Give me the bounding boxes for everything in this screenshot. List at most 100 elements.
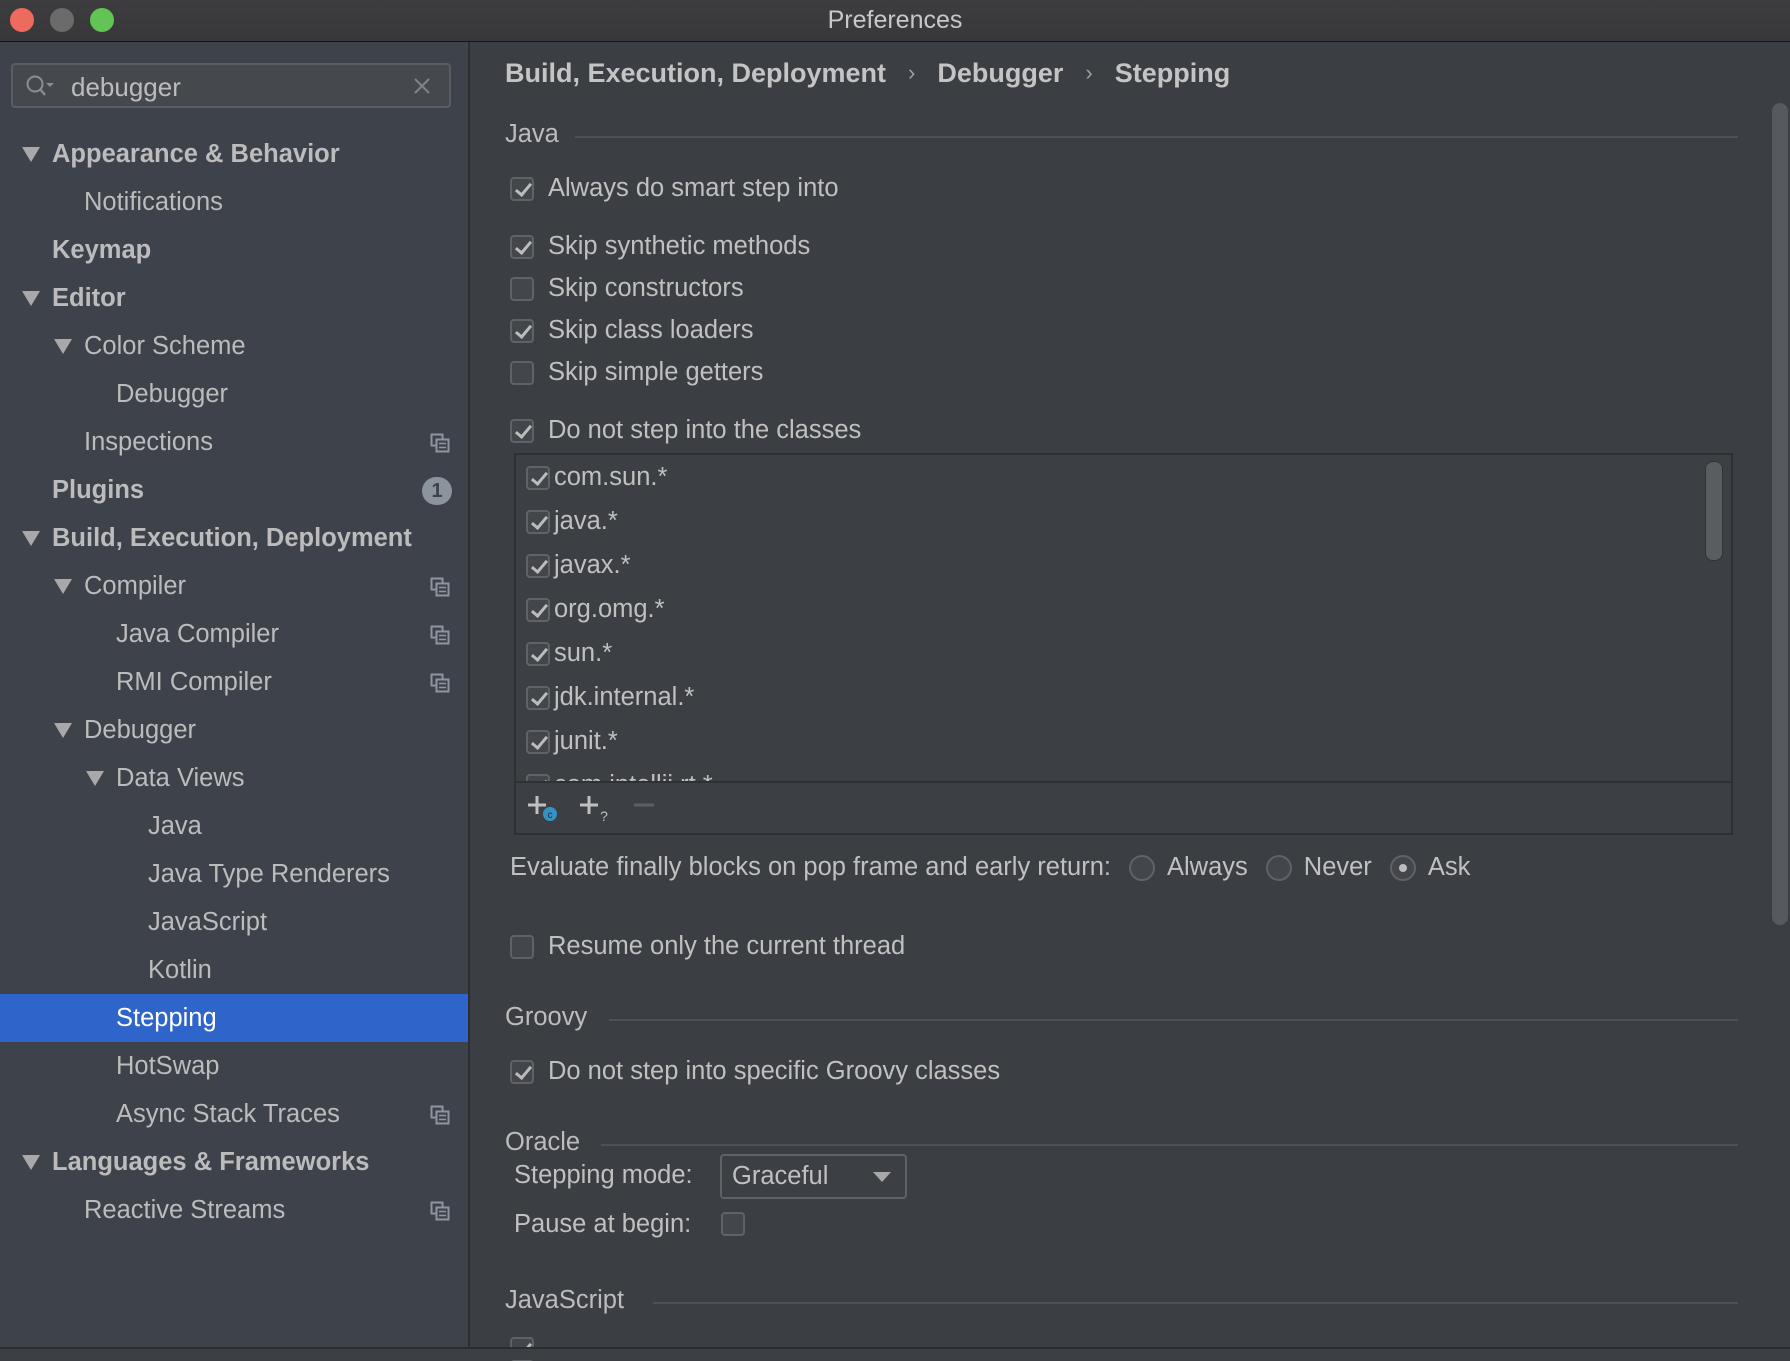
sidebar-item-label: Async Stack Traces (116, 1100, 340, 1128)
checkbox[interactable] (510, 361, 534, 386)
stepping-mode-dropdown[interactable]: Graceful (720, 1154, 907, 1199)
checkbox[interactable] (510, 235, 534, 260)
sidebar-item[interactable]: Compiler (0, 562, 468, 610)
class-pattern-row[interactable]: javax.* (522, 543, 1692, 587)
checkbox[interactable] (510, 1060, 534, 1085)
breadcrumb-item-current: Stepping (1114, 58, 1231, 88)
sidebar-item[interactable]: Stepping (0, 994, 468, 1042)
radio-ask[interactable] (1389, 855, 1416, 882)
svg-text:?: ? (600, 808, 608, 823)
expand-triangle-icon[interactable] (22, 1155, 40, 1170)
expand-triangle-icon[interactable] (54, 579, 72, 594)
checkbox[interactable] (510, 177, 534, 202)
radio-never[interactable] (1265, 855, 1292, 882)
pause-at-begin-label: Pause at begin: (514, 1210, 692, 1238)
groovy-skip-classes-checkbox[interactable]: Do not step into specific Groovy classes (510, 1055, 1000, 1087)
sidebar-item[interactable]: Reactive Streams (0, 1186, 468, 1234)
search-input[interactable] (69, 69, 403, 105)
sidebar-item[interactable]: Languages & Frameworks (0, 1138, 468, 1186)
sidebar-item[interactable]: Java Type Renderers (0, 850, 468, 898)
class-pattern-checkbox[interactable] (526, 466, 550, 491)
settings-sidebar: Appearance & Behavior Notifications Keymap… (0, 42, 470, 1347)
expand-triangle-icon[interactable] (22, 147, 40, 162)
class-pattern-checkbox[interactable] (526, 598, 550, 623)
sidebar-item[interactable]: Java (0, 802, 468, 850)
main-scrollbar[interactable] (1772, 103, 1788, 925)
sidebar-item[interactable]: Async Stack Traces (0, 1090, 468, 1138)
checkbox[interactable] (510, 319, 534, 344)
class-pattern-checkbox[interactable] (526, 730, 550, 755)
class-pattern-label: com.sun.* (554, 463, 668, 491)
skip-synthetic-methods-checkbox[interactable]: Skip synthetic methods (510, 230, 810, 262)
checkbox[interactable] (510, 419, 534, 444)
sidebar-item-label: Debugger (84, 716, 196, 744)
breadcrumb-item[interactable]: Build, Execution, Deployment (505, 58, 886, 88)
sidebar-item-label: Build, Execution, Deployment (52, 524, 412, 552)
expand-triangle-icon[interactable] (54, 339, 72, 354)
skip-class-loaders-checkbox[interactable]: Skip class loaders (510, 314, 754, 346)
do-not-step-into-classes-checkbox[interactable]: Do not step into the classes (510, 414, 861, 446)
class-pattern-row[interactable]: com.sun.* (522, 455, 1692, 499)
remove-button[interactable]: Remove (630, 793, 664, 823)
chevron-down-icon (873, 1172, 891, 1182)
sidebar-item[interactable]: Notifications (0, 178, 468, 226)
class-pattern-row[interactable]: jdk.internal.* (522, 675, 1692, 719)
class-pattern-row[interactable]: java.* (522, 499, 1692, 543)
section-javascript: JavaScript (505, 1286, 1738, 1316)
class-pattern-row[interactable]: junit.* (522, 719, 1692, 763)
checkbox[interactable] (510, 935, 534, 960)
pause-at-begin-checkbox[interactable] (721, 1212, 745, 1236)
sidebar-item[interactable]: HotSwap (0, 1042, 468, 1090)
sidebar-item-label: HotSwap (116, 1052, 220, 1080)
skip-constructors-checkbox[interactable]: Skip constructors (510, 272, 744, 304)
class-pattern-row[interactable]: sun.* (522, 631, 1692, 675)
sidebar-item[interactable]: Editor (0, 274, 468, 322)
sidebar-item[interactable]: Data Views (0, 754, 468, 802)
sidebar-item[interactable]: Appearance & Behavior (0, 130, 468, 178)
update-count-badge: 1 (422, 477, 452, 505)
expand-triangle-icon[interactable] (54, 723, 72, 738)
class-pattern-checkbox[interactable] (526, 686, 550, 711)
sidebar-item-label: Data Views (116, 764, 245, 792)
radio-always[interactable] (1129, 855, 1155, 882)
list-scrollbar[interactable] (1705, 461, 1723, 561)
sidebar-item[interactable]: Kotlin (0, 946, 468, 994)
resume-only-current-thread-checkbox[interactable]: Resume only the current thread (510, 930, 905, 962)
checkbox[interactable] (510, 277, 534, 302)
sidebar-item-label: Plugins (52, 476, 145, 504)
skip-simple-getters-checkbox[interactable]: Skip simple getters (510, 356, 763, 388)
search-field[interactable] (11, 63, 451, 108)
add-pattern-button[interactable]: Add Pattern ? (578, 793, 612, 823)
breadcrumb: Build, Execution, Deployment › Debugger › St… (505, 58, 1230, 89)
clear-search-icon[interactable] (411, 75, 433, 97)
class-pattern-label: jdk.internal.* (554, 683, 695, 711)
sidebar-item[interactable]: Debugger (0, 706, 468, 754)
always-smart-step-into-checkbox[interactable]: Always do smart step into (510, 172, 839, 204)
section-title: Java (505, 120, 559, 148)
expand-triangle-icon[interactable] (86, 771, 104, 786)
checkbox-label: Skip class loaders (548, 316, 754, 344)
add-class-button[interactable]: Add Class c (526, 793, 560, 823)
sidebar-item[interactable]: Keymap (0, 226, 468, 274)
class-pattern-checkbox[interactable] (526, 510, 550, 535)
sidebar-item-label: Notifications (84, 188, 223, 216)
sidebar-item-label: Kotlin (148, 956, 212, 984)
sidebar-item[interactable]: RMI Compiler (0, 658, 468, 706)
class-list-rows[interactable]: com.sun.* java.* javax.* org.omg.* sun.* jdk.… (522, 455, 1692, 785)
sidebar-item[interactable]: Java Compiler (0, 610, 468, 658)
class-pattern-checkbox[interactable] (526, 554, 550, 579)
class-pattern-row[interactable]: org.omg.* (522, 587, 1692, 631)
sidebar-item[interactable]: Inspections (0, 418, 468, 466)
expand-triangle-icon[interactable] (22, 291, 40, 306)
sidebar-item[interactable]: JavaScript (0, 898, 468, 946)
list-toolbar: Add Class c Add Pattern ? Remove (516, 781, 1731, 833)
sidebar-item[interactable]: Plugins 1 (0, 466, 468, 514)
radio-label: Ask (1427, 853, 1471, 881)
class-pattern-label: junit.* (554, 727, 618, 755)
sidebar-item[interactable]: Build, Execution, Deployment (0, 514, 468, 562)
sidebar-item[interactable]: Debugger (0, 370, 468, 418)
sidebar-item[interactable]: Color Scheme (0, 322, 468, 370)
expand-triangle-icon[interactable] (22, 531, 40, 546)
class-pattern-checkbox[interactable] (526, 642, 550, 667)
breadcrumb-item[interactable]: Debugger (937, 58, 1063, 88)
